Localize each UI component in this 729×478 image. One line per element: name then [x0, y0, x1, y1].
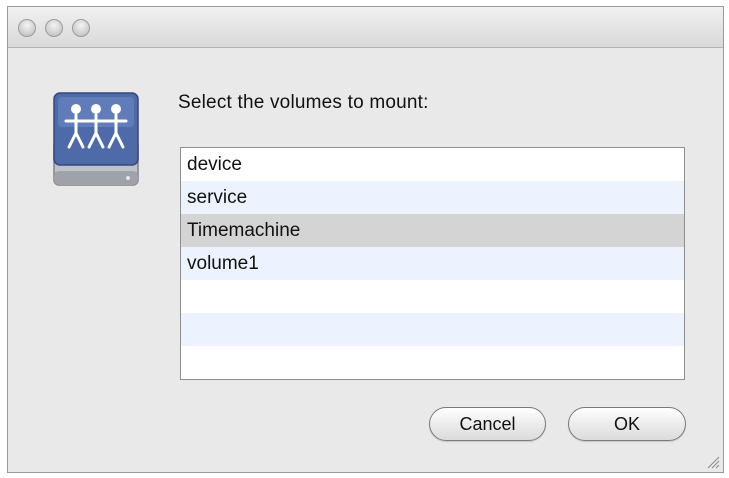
- mount-volumes-dialog: Select the volumes to mount: device serv…: [7, 6, 724, 473]
- volume-list[interactable]: device service Timemachine volume1: [180, 147, 685, 380]
- resize-grip-icon[interactable]: [706, 455, 720, 469]
- ok-button[interactable]: OK: [568, 407, 686, 441]
- list-item-timemachine[interactable]: Timemachine: [181, 214, 684, 247]
- title-bar[interactable]: [8, 7, 723, 48]
- list-item-empty: [181, 313, 684, 346]
- zoom-button[interactable]: [72, 19, 90, 37]
- cancel-button[interactable]: Cancel: [429, 407, 546, 441]
- dialog-prompt: Select the volumes to mount:: [178, 92, 429, 113]
- list-item-empty: [181, 280, 684, 313]
- list-item-empty: [181, 346, 684, 379]
- minimize-button[interactable]: [45, 19, 63, 37]
- list-item-service[interactable]: service: [181, 181, 684, 214]
- list-item-volume1[interactable]: volume1: [181, 247, 684, 280]
- shared-network-volume-icon: [46, 85, 146, 195]
- list-item-device[interactable]: device: [181, 148, 684, 181]
- close-button[interactable]: [18, 19, 36, 37]
